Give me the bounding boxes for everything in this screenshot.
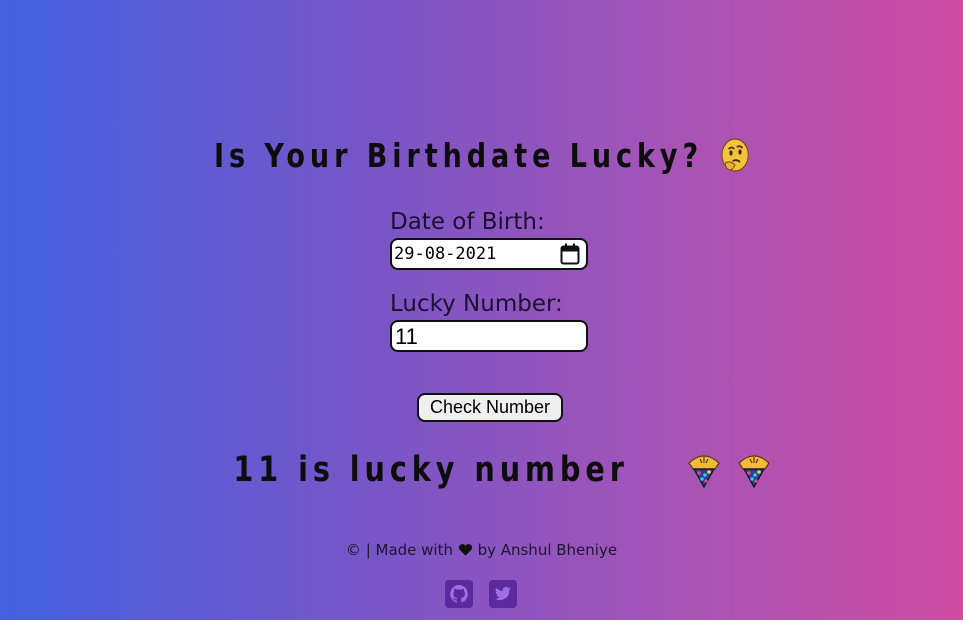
- lucky-number-input[interactable]: 11: [390, 320, 588, 352]
- social-links: [445, 580, 525, 610]
- check-number-button[interactable]: Check Number: [417, 393, 563, 422]
- dob-label: Date of Birth:: [390, 209, 545, 235]
- lucky-number-value: 11: [395, 324, 418, 349]
- page-title-text: Is Your Birthdate Lucky?: [214, 136, 704, 175]
- page-title: Is Your Birthdate Lucky?: [87, 136, 877, 175]
- footer-suffix: by Anshul Bheniye: [477, 541, 618, 559]
- party-popper-icon: [738, 455, 770, 489]
- github-icon[interactable]: [445, 580, 473, 608]
- footer-prefix: © | Made with: [345, 541, 453, 559]
- calendar-icon[interactable]: [560, 243, 580, 265]
- result-text: 11 is lucky number: [233, 450, 629, 490]
- heart-icon: [458, 544, 472, 556]
- lucky-number-label: Lucky Number:: [390, 291, 563, 317]
- result-message: 11 is lucky number: [0, 450, 963, 490]
- twitter-icon[interactable]: [489, 580, 517, 608]
- footer: © | Made with by Anshul Bheniye: [0, 541, 963, 559]
- party-popper-icon: [687, 455, 720, 489]
- dob-input[interactable]: 29-08-2021: [390, 238, 588, 270]
- dob-value: 29-08-2021: [394, 244, 497, 264]
- birthday-form: Date of Birth: 29-08-2021 Lucky Number: …: [390, 208, 590, 352]
- thinking-face-icon: [721, 138, 750, 172]
